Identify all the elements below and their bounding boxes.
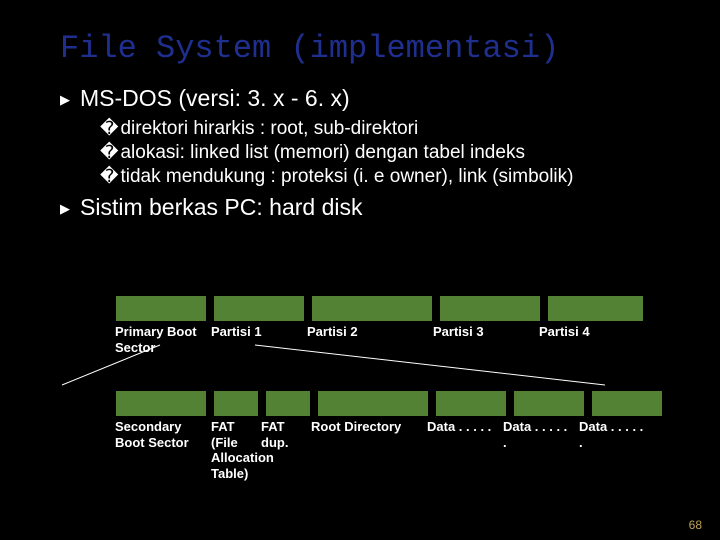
partition-detail-row (115, 390, 663, 417)
sub-tidak: tidak mendukung : proteksi (i. e owner),… (100, 166, 670, 188)
bullet-msdos: MS-DOS (versi: 3. x - 6. x) (60, 85, 670, 112)
label-secondary-boot: Secondary Boot Sector (115, 419, 205, 481)
sub-alokasi: alokasi: linked list (memori) dengan tab… (100, 142, 670, 164)
label-root-dir: Root Directory (311, 419, 421, 481)
page-number: 68 (689, 518, 702, 532)
cell-data-1 (435, 390, 507, 417)
sub-direktori: direktori hirarkis : root, sub-direktori (100, 118, 670, 140)
label-data-3: Data . . . . . . (579, 419, 649, 481)
label-data-1: Data . . . . . (427, 419, 497, 481)
label-fat-dup: FAT dup. (261, 419, 305, 481)
cell-fat (213, 390, 259, 417)
page-title: File System (implementasi) (60, 30, 670, 67)
label-fat: FAT (File Allocation Table) (211, 419, 255, 481)
cell-fat-dup (265, 390, 311, 417)
cell-data-3 (591, 390, 663, 417)
cell-secondary-boot (115, 390, 207, 417)
label-data-2: Data . . . . . . (503, 419, 573, 481)
bullet-sistim: Sistim berkas PC: hard disk (60, 194, 670, 221)
cell-data-2 (513, 390, 585, 417)
cell-root-dir (317, 390, 429, 417)
